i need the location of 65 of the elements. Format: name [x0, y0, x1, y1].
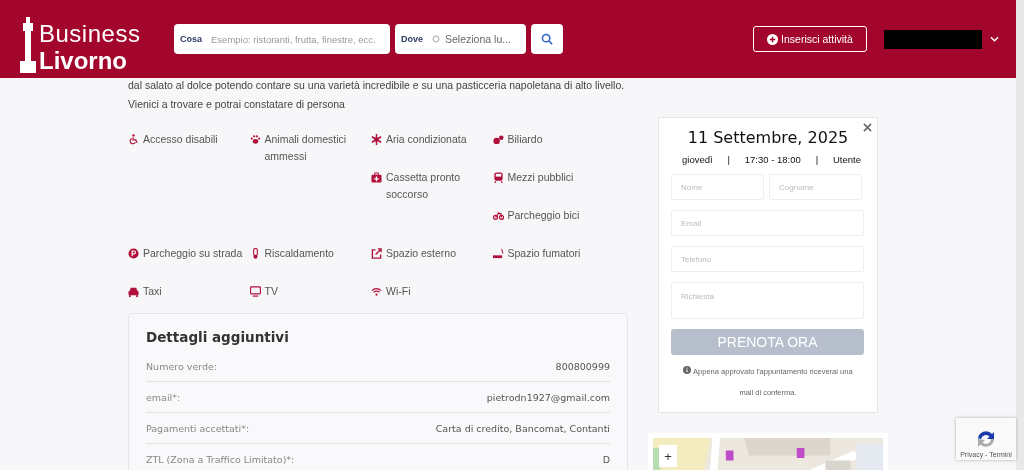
snowflake-icon: [371, 134, 382, 145]
wheelchair-icon: [128, 134, 139, 145]
detail-value: 800800999: [555, 360, 610, 372]
close-icon[interactable]: [863, 123, 872, 132]
amenity-label: Mezzi pubblici: [507, 170, 575, 185]
amenity-label: Spazio fumatori: [507, 246, 582, 261]
logo-text[interactable]: Livorno: [39, 49, 141, 73]
input-field[interactable]: Email: [671, 210, 864, 236]
logo-text[interactable]: Business: [39, 22, 141, 46]
bus-icon: [492, 172, 504, 183]
detail-value: D: [602, 453, 610, 465]
amenity-label: Biliardo: [507, 132, 544, 147]
parking-icon: [128, 248, 139, 259]
location-input[interactable]: Seleziona lu...: [445, 33, 520, 45]
add-business-button[interactable]: Inserisci attività: [753, 26, 867, 52]
field-label: Cosa: [180, 34, 202, 44]
tv-icon: [249, 286, 261, 297]
amenity-label: Accesso disabili: [143, 132, 219, 147]
plus-circle-icon: [767, 33, 779, 45]
crosshair-icon: [432, 35, 440, 43]
search-field[interactable]: Cosa Esempio: ristoranti, frutta, finestre, ecc.: [174, 24, 390, 54]
detail-label: Numero verde:: [146, 360, 218, 372]
amenity-label: Spazio esterno: [386, 246, 458, 261]
field-label: Dove: [401, 34, 423, 44]
separator-text: |: [815, 154, 819, 165]
detail-value: pietrodn1927@gmail.com: [486, 391, 610, 403]
chevron-down-icon[interactable]: [990, 36, 999, 42]
amenity-label: Taxi: [143, 284, 163, 299]
amenity-label: Parcheggio bici: [507, 208, 581, 223]
detail-label: Pagamenti accettati*:: [146, 422, 250, 434]
amenity-label: Parcheggio su strada: [143, 246, 244, 261]
amenity-label: Cassetta pronto soccorso: [386, 170, 462, 202]
detail-label: email*:: [146, 391, 181, 403]
wifi-icon: [371, 286, 382, 297]
paw-icon: [249, 134, 261, 145]
description-text: Vienici a trovare e potrai constatare di persona: [128, 97, 346, 112]
name-field[interactable]: Nome: [671, 174, 764, 200]
weekday-text: giovedì: [682, 154, 713, 165]
search-input[interactable]: Esempio: ristoranti, frutta, finestre, ecc.: [211, 33, 384, 45]
tower-icon: [18, 17, 38, 73]
amenity-label: Riscaldamento: [264, 246, 335, 261]
input-field[interactable]: Telefono: [671, 246, 864, 272]
search-button[interactable]: [531, 24, 563, 54]
billiard-balls-icon: [492, 134, 504, 145]
separator-text: |: [727, 154, 730, 165]
amenity-label: Animali domestici ammessi: [264, 132, 348, 164]
bicycle-icon: [492, 210, 504, 221]
card-title: Dettagli aggiuntivi: [146, 329, 290, 345]
amenity-label: TV: [264, 284, 279, 299]
first-aid-kit-icon: [371, 172, 382, 183]
external-link-icon: [371, 248, 382, 259]
booking-date: 11 Settembre, 2025: [686, 128, 850, 147]
detail-value: Carta di credito, Bancomat, Contanti: [435, 422, 610, 434]
time-range-text: 17:30 - 18:00: [744, 154, 801, 165]
search-icon: [541, 33, 553, 45]
user-text: Utente: [832, 154, 861, 165]
amenity-label: Wi-Fi: [386, 284, 412, 299]
info-icon: [683, 366, 692, 374]
cigarette-icon: [492, 248, 504, 259]
description-text: dal salato al dolce potendo contare su una varietà incredibile e su una pasticceria napoletana di alto livello.: [128, 78, 626, 93]
zoom-in-button[interactable]: +: [659, 445, 677, 467]
car-icon: [128, 286, 139, 297]
detail-label: ZTL (Zona a Traffico Limitato)*:: [146, 453, 295, 465]
amenity-label: Aria condizionata: [386, 132, 468, 147]
location-field[interactable]: Dove Seleziona lu...: [395, 24, 526, 54]
